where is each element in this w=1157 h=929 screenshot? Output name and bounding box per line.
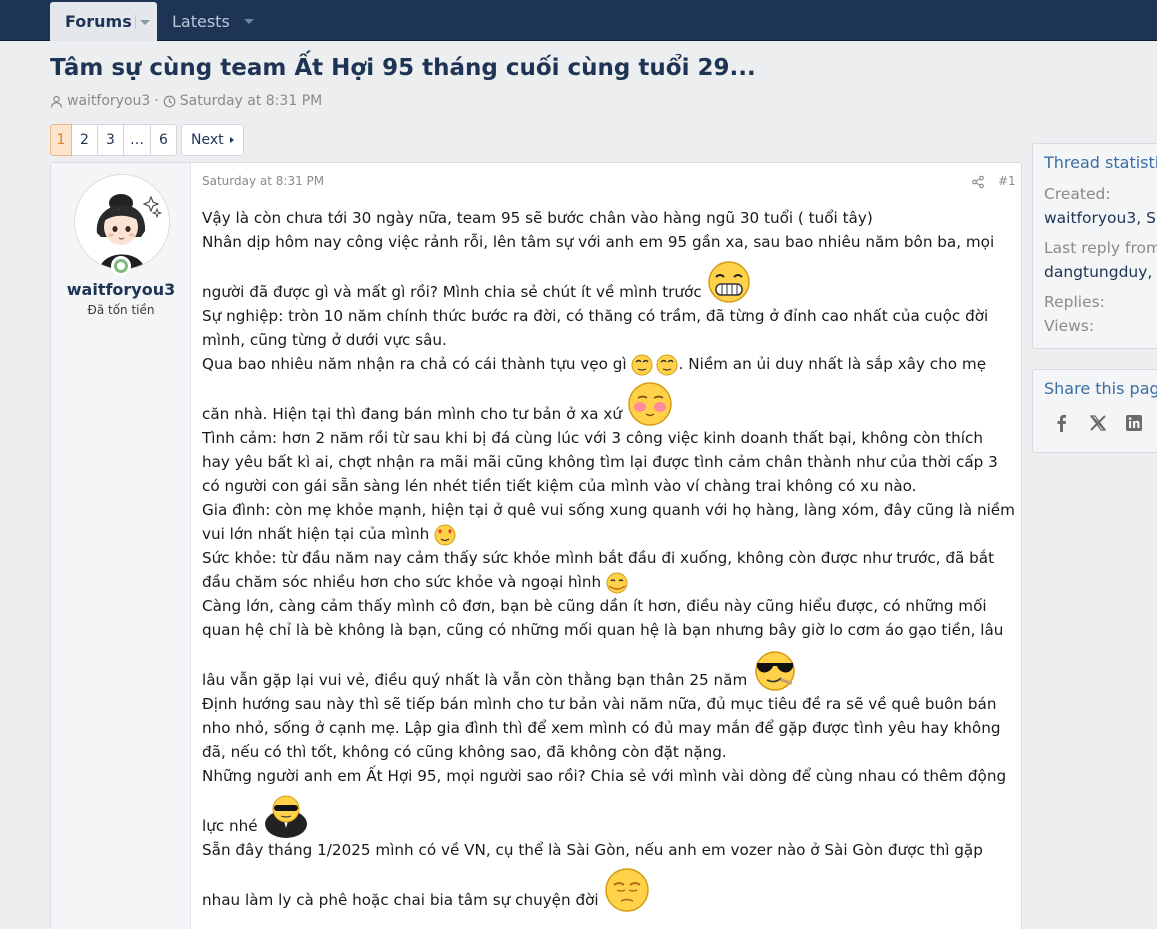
post-line: lực nhé	[202, 788, 1012, 838]
thread-statistics-panel: Thread statistics Created: waitforyou3, …	[1032, 143, 1157, 349]
page-2[interactable]: 2	[72, 124, 98, 156]
post-line-text: người đã được gì và mất gì rồi? Mình chi…	[202, 283, 702, 301]
post-line: Định hướng sau này thì sẽ tiếp bán mình …	[202, 695, 997, 713]
sleepy-emoji-icon	[604, 868, 649, 912]
post-line: đầu chăm sóc nhiều hơn cho sức khỏe và n…	[202, 570, 1012, 594]
thread-statistics-title: Thread statistics	[1044, 153, 1157, 172]
post-user-panel: waitforyou3 Đã tốn tiền	[51, 163, 191, 929]
thread-meta: waitforyou3 · Saturday at 8:31 PM	[50, 93, 322, 109]
next-page-button[interactable]: Next	[181, 124, 244, 156]
last-reply-author-link[interactable]: dangtungduy, T	[1044, 263, 1157, 281]
replies-label: Replies:	[1044, 293, 1105, 311]
post-line: hay yêu bất kì ai, chợt nhận ra mãi mãi …	[202, 453, 998, 471]
post-number[interactable]: #1	[998, 174, 1016, 188]
post-line-text: lâu vẫn gặp lại vui vẻ, điều quý nhất là…	[202, 671, 748, 689]
user-title: Đã tốn tiền	[87, 303, 155, 317]
clock-icon	[163, 95, 176, 107]
share-buttons	[1053, 414, 1157, 432]
top-navigation: Forums Latests	[0, 0, 1157, 41]
tab-latests[interactable]: Latests	[157, 2, 267, 41]
roll-eyes-emoji-icon	[631, 354, 678, 376]
grin-emoji-icon	[707, 261, 750, 303]
x-icon[interactable]	[1089, 414, 1107, 432]
pagination: 1 2 3 … 6 Next	[50, 124, 244, 156]
post-line-text: căn nhà. Hiện tại thì đang bán mình cho …	[202, 405, 622, 423]
love-emoji-icon	[434, 524, 456, 546]
post-date[interactable]: Saturday at 8:31 PM	[202, 174, 324, 188]
tab-latests-label: Latests	[172, 12, 230, 31]
share-title: Share this page	[1044, 379, 1157, 398]
post-line: Sức khỏe: từ đầu năm nay cảm thấy sức kh…	[202, 549, 995, 567]
meta-separator: ·	[154, 93, 159, 109]
post-line: Tình cảm: hơn 2 năm rồi từ sau khi bị đá…	[202, 429, 983, 447]
online-status-icon	[111, 256, 131, 276]
post-line: Những người anh em Ất Hợi 95, mọi người …	[202, 767, 1007, 785]
post-line: lâu vẫn gặp lại vui vẻ, điều quý nhất là…	[202, 642, 1012, 692]
post-username[interactable]: waitforyou3	[51, 280, 191, 299]
last-reply-label: Last reply from:	[1044, 239, 1157, 257]
page-1[interactable]: 1	[50, 124, 72, 156]
post-line: có người con gái sẵn sàng lén nhét tiền …	[202, 477, 917, 495]
post-line: Sự nghiệp: tròn 10 năm chính thức bước r…	[202, 307, 989, 325]
created-value: waitforyou3, S	[1044, 206, 1157, 230]
tab-forums-label: Forums	[65, 12, 132, 31]
post-line: nho nhỏ, sống ở cạnh mẹ. Lập gia đình th…	[202, 719, 1001, 737]
blush-emoji-icon	[628, 382, 672, 426]
chevron-down-icon	[140, 20, 150, 25]
post-line: Vậy là còn chưa tới 30 ngày nữa, team 95…	[202, 209, 873, 227]
post-line-text: lực nhé	[202, 817, 258, 835]
views-label: Views:	[1044, 317, 1095, 335]
facebook-icon[interactable]	[1053, 414, 1071, 432]
last-reply-value: dangtungduy, T	[1044, 260, 1157, 284]
forums-menu-toggle[interactable]	[135, 15, 150, 29]
post-line: vui lớn nhất hiện tại của mình	[202, 522, 1012, 546]
post-line: quan hệ chỉ là bè không là bạn, cũng có …	[202, 621, 1004, 639]
thread-date-link[interactable]: Saturday at 8:31 PM	[180, 93, 322, 109]
post-line: Càng lớn, càng cảm thấy mình cô đơn, bạn…	[202, 597, 987, 615]
tab-forums[interactable]: Forums	[50, 2, 157, 41]
created-author-link[interactable]: waitforyou3, S	[1044, 209, 1156, 227]
thread-author-link[interactable]: waitforyou3	[67, 93, 150, 109]
post-line-text: nhau làm ly cà phê hoặc chai bia tâm sự …	[202, 891, 599, 909]
post-line: Sẵn đây tháng 1/2025 mình có về VN, cụ t…	[202, 841, 983, 859]
post: waitforyou3 Đã tốn tiền Saturday at 8:31…	[50, 162, 1022, 929]
post-line: Qua bao nhiêu năm nhận ra chả có cái thà…	[202, 352, 1012, 376]
post-line: Nhân dịp hôm nay công việc rảnh rỗi, lên…	[202, 233, 995, 251]
post-line: người đã được gì và mất gì rồi? Mình chi…	[202, 254, 1012, 304]
share-panel: Share this page	[1032, 369, 1157, 453]
post-line: căn nhà. Hiện tại thì đang bán mình cho …	[202, 376, 1012, 426]
post-line-text: . Niềm an ủi duy nhất là sắp xây cho mẹ	[678, 355, 987, 373]
boss-emoji-icon	[264, 795, 307, 838]
cool-sunglasses-emoji-icon	[755, 651, 795, 691]
page-3[interactable]: 3	[98, 124, 124, 156]
post-line: nhau làm ly cà phê hoặc chai bia tâm sự …	[202, 862, 1012, 912]
linkedin-icon[interactable]	[1125, 414, 1143, 432]
post-line: mình, cũng từng ở dưới vực sâu.	[202, 331, 447, 349]
post-line-text: Qua bao nhiêu năm nhận ra chả có cái thà…	[202, 355, 627, 373]
page-ellipsis[interactable]: …	[124, 124, 151, 156]
post-line-text: vui lớn nhất hiện tại của mình	[202, 525, 430, 543]
post-line: đã, nếu có thì tốt, không có cũng không …	[202, 743, 727, 761]
share-icon[interactable]	[971, 175, 985, 189]
next-page-label: Next	[191, 132, 224, 148]
page-6[interactable]: 6	[151, 124, 177, 156]
post-body: Vậy là còn chưa tới 30 ngày nữa, team 95…	[202, 206, 1015, 912]
page-title: Tâm sự cùng team Ất Hợi 95 tháng cuối cù…	[50, 55, 756, 81]
post-line: Gia đình: còn mẹ khỏe mạnh, hiện tại ở q…	[202, 501, 1015, 519]
user-icon	[51, 95, 62, 107]
shy-emoji-icon	[606, 572, 628, 594]
created-label: Created:	[1044, 185, 1111, 203]
chevron-right-icon	[229, 137, 234, 143]
chevron-down-icon[interactable]	[244, 19, 254, 24]
post-line-text: đầu chăm sóc nhiều hơn cho sức khỏe và n…	[202, 573, 602, 591]
